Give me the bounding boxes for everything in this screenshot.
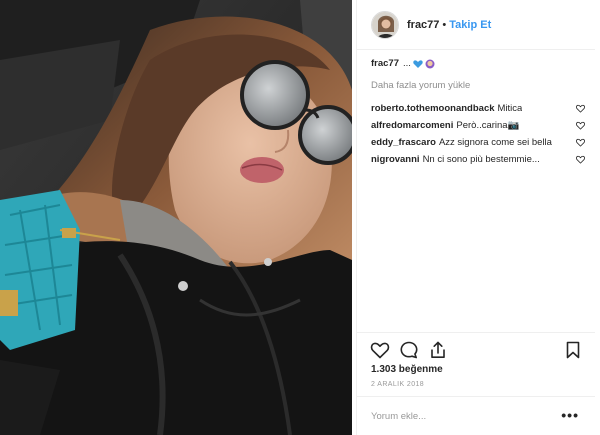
share-icon[interactable] [428, 340, 448, 360]
comment-username[interactable]: roberto.tothemoonandback [371, 103, 495, 114]
follow-button[interactable]: Takip Et [449, 19, 491, 31]
comment-row: roberto.tothemoonandback Mitica [371, 100, 585, 117]
comment-like-icon[interactable] [576, 104, 585, 113]
avatar[interactable] [371, 10, 399, 39]
load-more-comments[interactable]: Daha fazla yorum yükle [371, 80, 585, 92]
comment-text: Nn ci sono più bestemmie... [422, 153, 540, 165]
comment-username[interactable]: nigrovanni [371, 154, 420, 165]
blue-heart-icon [413, 60, 423, 68]
caption-text: ... [403, 58, 411, 69]
post-header: frac77 • Takip Et [357, 0, 595, 50]
selfie-image [0, 0, 352, 435]
post-date: 2 ARALIK 2018 [371, 381, 425, 388]
heart-icon[interactable] [370, 340, 390, 360]
instagram-post: frac77 • Takip Et frac77 ... Daha fazla … [0, 0, 600, 435]
post-caption: frac77 ... [371, 58, 585, 70]
avatar-image [372, 11, 398, 38]
caption-username[interactable]: frac77 [371, 58, 399, 70]
person-emoji-icon [425, 59, 435, 69]
username-link[interactable]: frac77 [407, 19, 439, 31]
separator-dot: • [442, 18, 447, 31]
comment-row: nigrovanni Nn ci sono più bestemmie... [371, 151, 585, 168]
comment-text: Azz signora come sei bella [438, 136, 552, 148]
action-bar [357, 332, 595, 364]
likes-count[interactable]: 1.303 beğenme [371, 364, 443, 375]
add-comment-bar: Yorum ekle... ••• [357, 396, 595, 435]
bookmark-icon[interactable] [563, 340, 583, 360]
add-comment-input[interactable]: Yorum ekle... [371, 411, 426, 422]
comments-section: frac77 ... Daha fazla yorum yükle robert… [371, 58, 585, 168]
comment-like-icon[interactable] [576, 138, 585, 147]
comment-row: alfredomarcomeni Però..carina📷 [371, 117, 585, 134]
comment-text: Mitica [497, 102, 523, 114]
comment-icon[interactable] [399, 340, 419, 360]
comment-username[interactable]: alfredomarcomeni [371, 120, 453, 131]
post-side-panel: frac77 • Takip Et frac77 ... Daha fazla … [356, 0, 595, 435]
more-options-icon[interactable]: ••• [561, 407, 579, 423]
comment-row: eddy_frascaro Azz signora come sei bella [371, 134, 585, 151]
comment-like-icon[interactable] [576, 155, 585, 164]
comment-text: Però..carina📷 [456, 119, 520, 131]
post-photo[interactable] [0, 0, 352, 435]
comment-like-icon[interactable] [576, 121, 585, 130]
comment-username[interactable]: eddy_frascaro [371, 137, 436, 148]
